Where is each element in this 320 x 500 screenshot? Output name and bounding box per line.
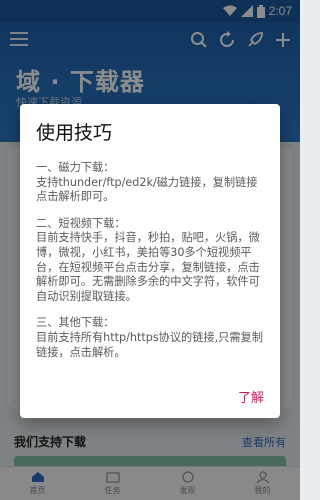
- tip-heading: 一、磁力下载：: [36, 161, 115, 174]
- tip-heading: 三、其他下载：: [36, 316, 115, 330]
- tip-other: 三、其他下载： 目前支持所有http/https协议的链接,只需复制链接，点击解…: [36, 316, 264, 360]
- tips-dialog: 使用技巧 一、磁力下载： 支持thunder/ftp/ed2k/磁力链接，复制链…: [20, 104, 280, 418]
- tip-text: 目前支持快手，抖音，秒拍，贴吧，火锅，微博，微视，小红书，美拍等30多个短视频平…: [36, 231, 260, 303]
- tip-magnet: 一、磁力下载： 支持thunder/ftp/ed2k/磁力链接，复制链接点击解析…: [36, 161, 264, 205]
- dialog-body: 一、磁力下载： 支持thunder/ftp/ed2k/磁力链接，复制链接点击解析…: [36, 161, 264, 360]
- tip-short-video: 二、短视频下载： 目前支持快手，抖音，秒拍，贴吧，火锅，微博，微视，小红书，美拍…: [36, 217, 264, 305]
- dialog-title: 使用技巧: [36, 122, 113, 144]
- tip-text: 支持thunder/ftp/ed2k/磁力链接，复制链接点击解析即可。: [36, 175, 258, 204]
- tip-heading: 二、短视频下载：: [36, 216, 126, 230]
- understand-button[interactable]: 了解: [238, 387, 264, 406]
- tip-text: 目前支持所有http/https协议的链接,只需复制链接，点击解析。: [36, 330, 263, 359]
